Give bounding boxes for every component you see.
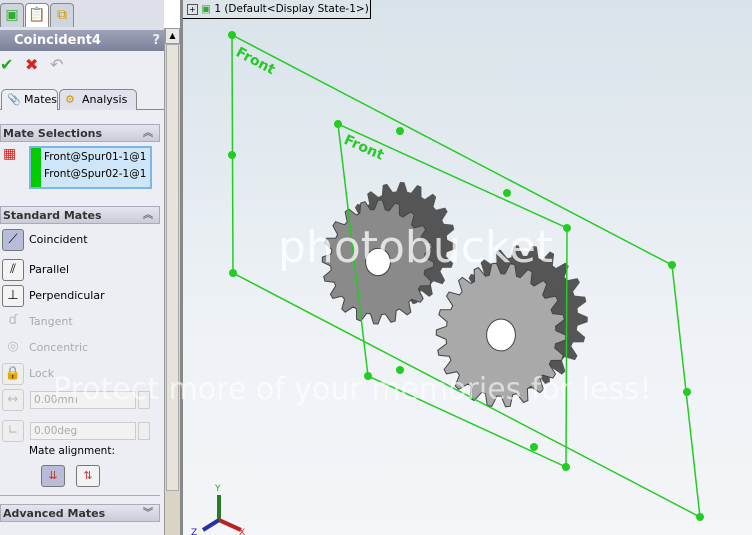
ok-button[interactable]: ✔ — [0, 55, 13, 74]
scroll-thumb[interactable] — [166, 44, 179, 491]
manager-tabs: ▣ 📋 ⧉ — [0, 0, 164, 30]
triad-x: X — [239, 528, 245, 535]
gears — [321, 182, 588, 408]
angle-spinner[interactable] — [138, 422, 150, 440]
collapse-icon[interactable]: ︽ — [143, 207, 153, 225]
property-manager-tab[interactable]: 📋 — [25, 3, 49, 27]
triad-z: Z — [191, 528, 197, 535]
section-title: Mate Selections — [3, 127, 103, 140]
model-scene: Front Front Y X Z — [191, 31, 704, 535]
graphics-viewport[interactable]: + ▣ 1 (Default<Display State-1>) Front F… — [53, 0, 752, 535]
tab-analysis[interactable]: ⚙ Analysis — [59, 89, 137, 110]
undo-button[interactable]: ↶ — [50, 55, 63, 74]
section-title: Advanced Mates — [3, 507, 106, 520]
mate-selections-list[interactable]: Front@Spur01-1@1 Front@Spur02-1@1 — [29, 146, 152, 189]
expand-icon[interactable]: ︾ — [143, 505, 153, 523]
distance-input[interactable]: 0.00mm — [30, 391, 136, 409]
triad-y: Y — [214, 484, 221, 494]
standard-mates-header[interactable]: Standard Mates ︽ — [0, 206, 160, 224]
section-title: Standard Mates — [3, 209, 102, 222]
collapse-icon[interactable]: ︽ — [143, 125, 153, 143]
property-manager: ▣ 📋 ⧉ Coincident4 ? ✔ ✖ ↶ 📎 Mates ⚙ Analys… — [0, 0, 164, 535]
title-text: Coincident4 — [14, 33, 101, 48]
lock-icon: 🔒 — [2, 363, 24, 385]
panel-title: Coincident4 ? — [0, 30, 164, 51]
plane-label: Front — [341, 132, 386, 164]
perpendicular-icon: ⊥ — [2, 285, 24, 307]
mate-label: Coincident — [29, 233, 88, 246]
mate-alignment-label: Mate alignment: — [29, 445, 115, 457]
feature-manager-tab[interactable]: ▣ — [0, 3, 24, 27]
aligned-button[interactable]: ⇊ — [41, 465, 65, 487]
distance-icon: ↔ — [2, 389, 24, 411]
list-item[interactable]: Front@Spur02-1@1 — [44, 168, 146, 180]
tab-label: Analysis — [82, 93, 128, 106]
mate-label: Tangent — [29, 315, 73, 328]
mate-selection-icon: ▦ — [3, 146, 17, 162]
distance-spinner[interactable] — [138, 391, 150, 409]
plane-label: Front — [233, 44, 278, 78]
paperclip-icon: 📎 — [7, 93, 21, 106]
tab-mates[interactable]: 📎 Mates — [1, 89, 58, 110]
gear-spur01-bore — [365, 247, 391, 277]
mate-label: Parallel — [29, 263, 70, 276]
angle-icon: ∟ — [2, 420, 24, 442]
mate-label: Lock — [29, 367, 55, 380]
triad: Y X Z — [191, 484, 245, 535]
mate-label: Concentric — [29, 341, 89, 354]
list-item[interactable]: Front@Spur01-1@1 — [44, 151, 146, 163]
help-icon[interactable]: ? — [152, 30, 160, 51]
anti-aligned-button[interactable]: ⇅ — [76, 465, 100, 487]
coincident-icon: ⟋ — [2, 229, 24, 251]
mates-tabs: 📎 Mates ⚙ Analysis — [0, 88, 164, 110]
tangent-icon: ɗ — [8, 313, 18, 328]
scroll-up-button[interactable]: ▲ — [165, 28, 180, 44]
front-plane-1[interactable] — [231, 33, 701, 519]
mate-label: Perpendicular — [29, 289, 105, 302]
tab-label: Mates — [24, 93, 58, 106]
cancel-button[interactable]: ✖ — [25, 55, 38, 74]
concentric-icon: ◎ — [7, 339, 19, 354]
plane-handles[interactable] — [228, 31, 704, 521]
selection-color-bar — [31, 148, 41, 187]
gear-icon: ⚙ — [65, 93, 75, 106]
configuration-manager-tab[interactable]: ⧉ — [50, 3, 74, 27]
parallel-icon: ⫽ — [2, 259, 24, 281]
mate-selections-header[interactable]: Mate Selections ︽ — [0, 124, 160, 142]
advanced-mates-header[interactable]: Advanced Mates ︾ — [0, 504, 160, 522]
panel-scrollbar[interactable]: ▲ — [164, 28, 180, 535]
angle-input[interactable]: 0.00deg — [30, 422, 136, 440]
gear-spur02-bore — [486, 318, 516, 352]
